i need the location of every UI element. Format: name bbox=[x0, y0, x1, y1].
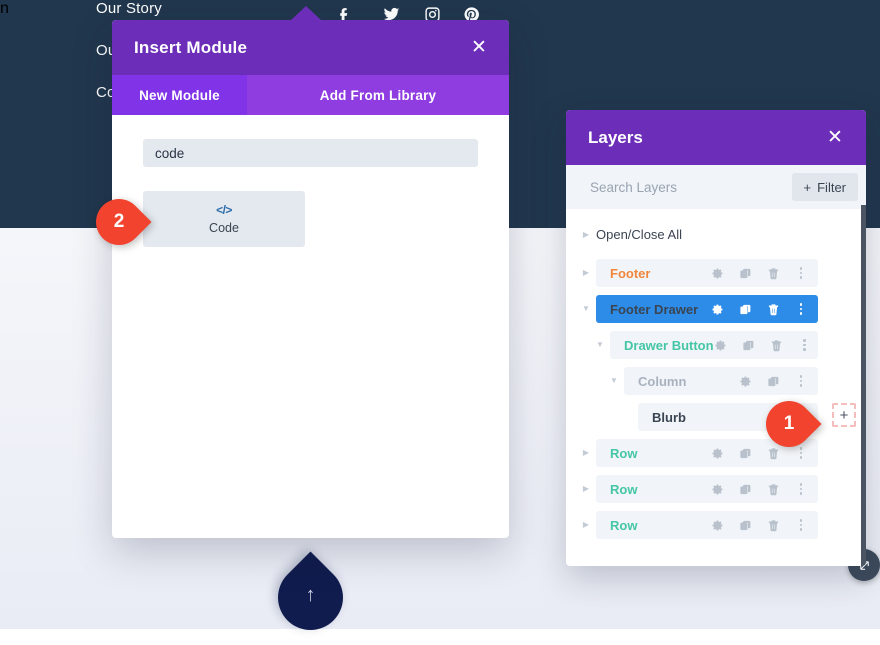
layer-name: Row bbox=[610, 481, 638, 497]
layer-row-row-3[interactable]: ▶ Row bbox=[566, 511, 866, 539]
insert-module-tabs: New Module Add From Library bbox=[112, 75, 509, 115]
nav-link-our-story[interactable]: Our Story bbox=[96, 0, 162, 17]
layer-name: Footer bbox=[610, 265, 651, 281]
delete-icon[interactable] bbox=[766, 302, 780, 316]
delete-icon[interactable] bbox=[766, 446, 780, 460]
layer-rows-container: ▶ Footer ▼ Footer Drawer ▼ Drawer Button ▼ Colu… bbox=[566, 259, 866, 539]
layer-actions bbox=[710, 302, 808, 316]
delete-icon[interactable] bbox=[766, 518, 780, 532]
layer-row-footer[interactable]: ▶ Footer bbox=[566, 259, 866, 287]
callout-marker-1: 1 bbox=[756, 391, 830, 457]
module-card-label: Code bbox=[209, 221, 239, 235]
settings-icon[interactable] bbox=[710, 446, 724, 460]
layer-actions bbox=[714, 338, 812, 352]
layer-pill[interactable]: Footer bbox=[596, 259, 818, 287]
filter-button-label: Filter bbox=[817, 179, 846, 195]
layer-pill[interactable]: Column bbox=[624, 367, 818, 395]
more-options-icon[interactable] bbox=[794, 374, 808, 388]
layers-list: ▶ Open/Close All ▶ Footer ▼ Footer Drawer ▼ D… bbox=[566, 209, 866, 539]
open-close-all-label: Open/Close All bbox=[596, 227, 682, 242]
tab-add-from-library[interactable]: Add From Library bbox=[247, 75, 509, 115]
chevron-down-icon[interactable]: ▼ bbox=[608, 367, 620, 395]
close-icon[interactable]: ✕ bbox=[466, 35, 492, 61]
more-options-icon[interactable] bbox=[794, 302, 808, 316]
modal-pointer-arrow bbox=[290, 6, 322, 21]
layer-actions bbox=[710, 518, 808, 532]
close-icon[interactable]: ✕ bbox=[822, 125, 848, 151]
layer-actions bbox=[710, 266, 808, 280]
chevron-down-icon[interactable]: ▼ bbox=[594, 331, 606, 359]
layer-name: Blurb bbox=[652, 409, 686, 425]
duplicate-icon[interactable] bbox=[738, 446, 752, 460]
layer-actions bbox=[710, 482, 808, 496]
more-options-icon[interactable] bbox=[794, 446, 808, 460]
delete-icon[interactable] bbox=[766, 482, 780, 496]
layer-actions bbox=[738, 374, 808, 388]
insert-module-modal: Insert Module ✕ New Module Add From Libr… bbox=[112, 6, 509, 538]
chevron-right-icon[interactable]: ▶ bbox=[580, 475, 592, 503]
open-close-all-row[interactable]: ▶ Open/Close All bbox=[566, 221, 866, 249]
callout-marker-2: 2 bbox=[86, 189, 160, 255]
add-module-button[interactable]: + bbox=[832, 403, 856, 427]
duplicate-icon[interactable] bbox=[738, 482, 752, 496]
module-results-grid: </> Code bbox=[143, 191, 478, 247]
settings-icon[interactable] bbox=[710, 302, 724, 316]
duplicate-icon[interactable] bbox=[738, 302, 752, 316]
delete-icon[interactable] bbox=[770, 338, 784, 352]
layer-pill[interactable]: Row bbox=[596, 475, 818, 503]
insert-module-body: </> Code bbox=[112, 115, 509, 247]
layer-pill[interactable]: Row bbox=[596, 511, 818, 539]
layer-name: Row bbox=[610, 517, 638, 533]
plus-icon: + bbox=[803, 179, 812, 195]
chevron-down-icon[interactable]: ▼ bbox=[580, 295, 592, 323]
chevron-right-icon[interactable]: ▶ bbox=[580, 511, 592, 539]
filter-button[interactable]: + Filter bbox=[791, 173, 858, 201]
arrow-up-icon: ↑ bbox=[305, 584, 316, 606]
layer-actions bbox=[710, 446, 808, 460]
settings-icon[interactable] bbox=[714, 338, 728, 352]
layer-pill[interactable]: Footer Drawer bbox=[596, 295, 818, 323]
more-options-icon[interactable] bbox=[794, 266, 808, 280]
settings-icon[interactable] bbox=[710, 266, 724, 280]
layer-name: Column bbox=[638, 373, 687, 389]
layer-row-footer-drawer[interactable]: ▼ Footer Drawer bbox=[566, 295, 866, 323]
layers-scrollbar[interactable] bbox=[861, 205, 866, 566]
layers-panel-header: Layers ✕ bbox=[566, 110, 866, 165]
settings-icon[interactable] bbox=[710, 482, 724, 496]
duplicate-icon[interactable] bbox=[742, 338, 756, 352]
layer-name: Drawer Button bbox=[624, 337, 714, 353]
marker-number: 1 bbox=[783, 413, 795, 434]
module-card-code[interactable]: </> Code bbox=[143, 191, 305, 247]
layer-row-drawer-button[interactable]: ▼ Drawer Button bbox=[566, 331, 866, 359]
duplicate-icon[interactable] bbox=[738, 266, 752, 280]
duplicate-icon[interactable] bbox=[766, 374, 780, 388]
tab-new-module[interactable]: New Module bbox=[112, 75, 247, 115]
scroll-to-top-button[interactable]: ↑ bbox=[264, 551, 357, 645]
duplicate-icon[interactable] bbox=[738, 518, 752, 532]
layers-panel-title: Layers bbox=[588, 127, 643, 147]
module-search-input[interactable] bbox=[143, 139, 478, 167]
code-icon: </> bbox=[216, 203, 232, 217]
search-layers-input[interactable] bbox=[590, 179, 770, 195]
site-partial-text: n bbox=[0, 0, 9, 17]
chevron-right-icon[interactable]: ▶ bbox=[580, 221, 592, 249]
layers-search-bar: + Filter bbox=[566, 165, 866, 209]
marker-number: 2 bbox=[113, 211, 125, 232]
insert-module-title: Insert Module bbox=[134, 37, 248, 57]
insert-module-header: Insert Module ✕ bbox=[112, 20, 509, 75]
layer-name: Footer Drawer bbox=[610, 301, 699, 317]
more-options-icon[interactable] bbox=[798, 338, 812, 352]
layer-pill[interactable]: Drawer Button bbox=[610, 331, 818, 359]
more-options-icon[interactable] bbox=[794, 482, 808, 496]
more-options-icon[interactable] bbox=[794, 518, 808, 532]
layer-name: Row bbox=[610, 445, 638, 461]
layer-row-column[interactable]: ▼ Column bbox=[566, 367, 866, 395]
chevron-right-icon[interactable]: ▶ bbox=[580, 439, 592, 467]
chevron-right-icon[interactable]: ▶ bbox=[580, 259, 592, 287]
layers-panel: Layers ✕ + Filter ▶ Open/Close All ▶ Foot… bbox=[566, 110, 866, 566]
delete-icon[interactable] bbox=[766, 266, 780, 280]
layer-row-row-2[interactable]: ▶ Row bbox=[566, 475, 866, 503]
settings-icon[interactable] bbox=[738, 374, 752, 388]
settings-icon[interactable] bbox=[710, 518, 724, 532]
